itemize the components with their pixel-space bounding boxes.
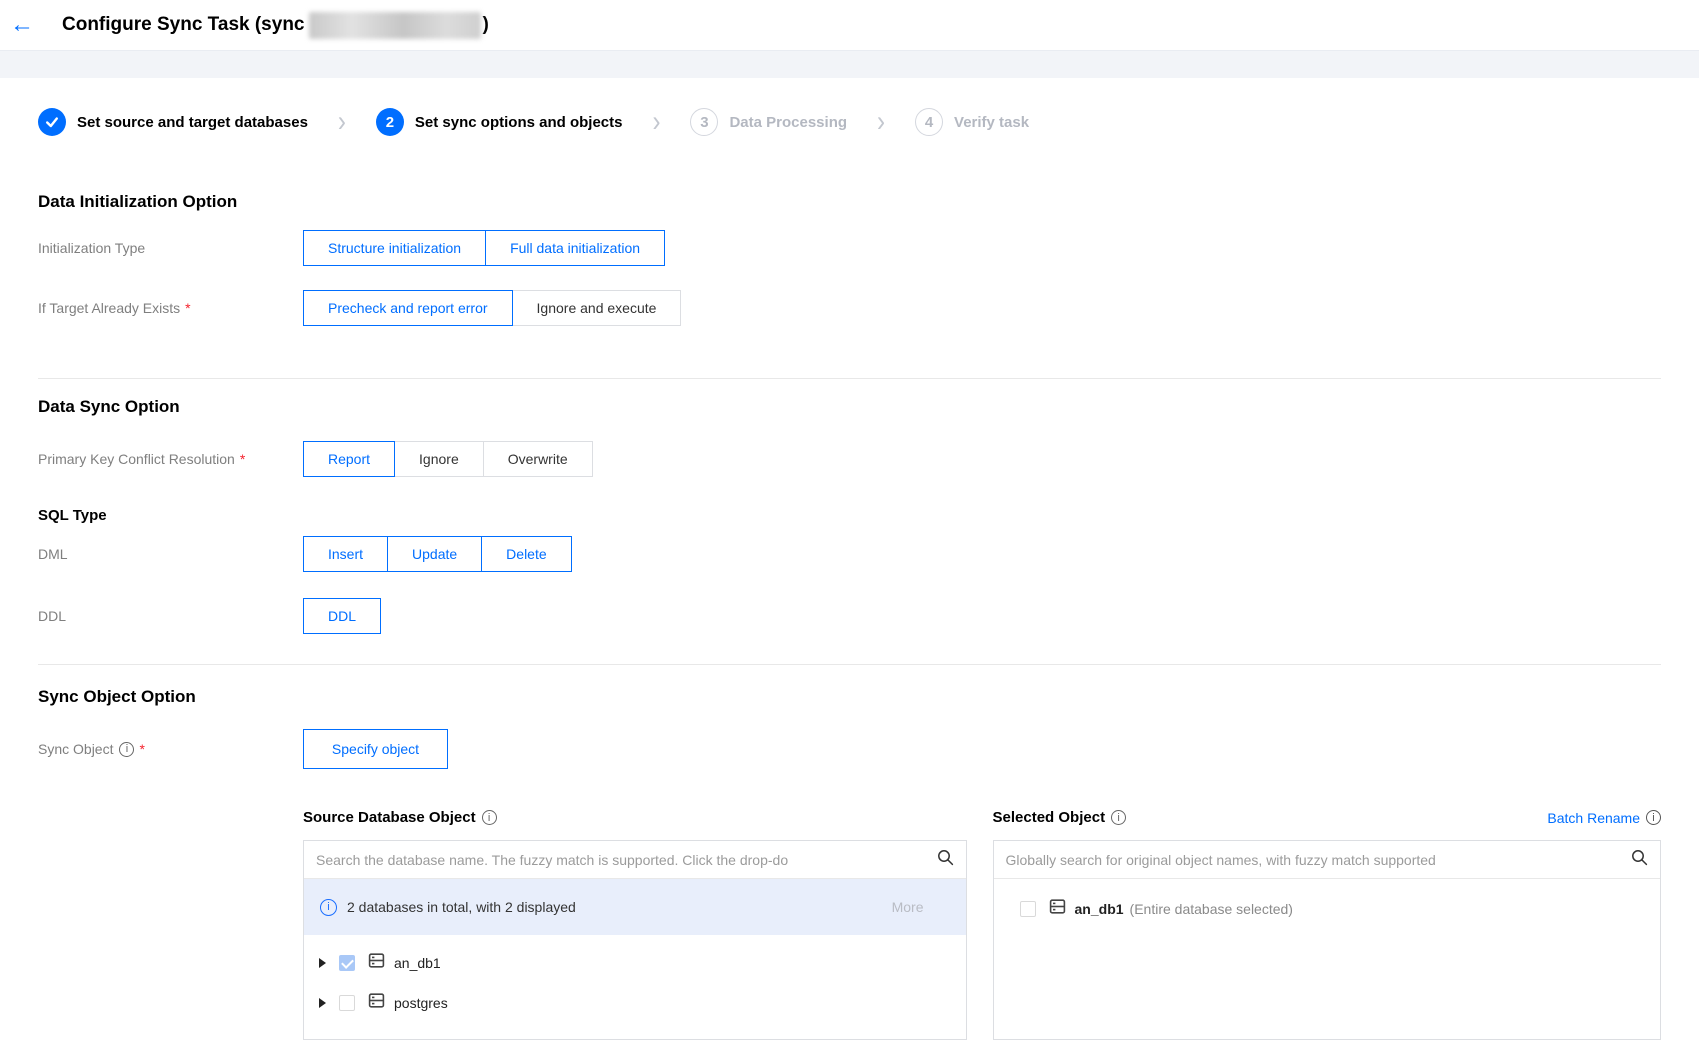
- database-name[interactable]: an_db1: [394, 955, 441, 971]
- page-title-text: Configure Sync Task (sync: [62, 14, 305, 35]
- specify-object-button[interactable]: Specify object: [303, 729, 448, 769]
- search-icon[interactable]: [1631, 849, 1648, 871]
- if-target-exists-label: If Target Already Exists *: [38, 300, 191, 316]
- initialization-type-label: Initialization Type: [38, 240, 146, 256]
- database-icon: [1049, 898, 1066, 920]
- info-icon[interactable]: i: [1111, 810, 1127, 825]
- precheck-report-error-button[interactable]: Precheck and report error: [303, 290, 513, 326]
- tree-row-postgres[interactable]: postgres: [304, 983, 966, 1023]
- full-data-initialization-button[interactable]: Full data initialization: [485, 230, 666, 266]
- section-title-data-initialization: Data Initialization Option: [38, 192, 238, 211]
- an_db1-checkbox[interactable]: [339, 955, 355, 971]
- redacted-task-id: [308, 11, 481, 39]
- step-2-label: Set sync options and objects: [414, 113, 623, 131]
- source-search-row: [304, 841, 966, 879]
- section-divider: [38, 664, 1661, 665]
- header-divider-band: [0, 50, 1699, 78]
- info-icon[interactable]: i: [119, 741, 135, 757]
- pk-conflict-options: Report Ignore Overwrite: [303, 441, 593, 477]
- tree-row-an_db1[interactable]: an_db1: [304, 943, 966, 983]
- selected-row-an_db1[interactable]: an_db1 (Entire database selected): [994, 889, 1660, 929]
- pk-conflict-row: Primary Key Conflict Resolution * Report…: [38, 441, 1661, 477]
- section-divider: [38, 378, 1661, 379]
- selected-an_db1-checkbox[interactable]: [1019, 901, 1036, 917]
- step-1-check-icon: [38, 108, 66, 136]
- ddl-label: DDL: [38, 608, 67, 624]
- source-info-bar: i 2 databases in total, with 2 displayed…: [304, 879, 966, 935]
- database-name[interactable]: postgres: [394, 995, 448, 1011]
- selected-object-panel: an_db1 (Entire database selected): [992, 840, 1661, 1040]
- chevron-right-icon: ›: [652, 104, 661, 139]
- required-asterisk: *: [139, 741, 145, 757]
- source-search-input[interactable]: [316, 851, 929, 868]
- page-title-close-paren: ): [482, 14, 489, 35]
- insert-button[interactable]: Insert: [303, 536, 389, 572]
- step-3-number: 3: [690, 108, 719, 136]
- ignore-and-execute-button[interactable]: Ignore and execute: [511, 290, 682, 326]
- section-title-data-sync: Data Sync Option: [38, 397, 180, 416]
- required-asterisk: *: [185, 300, 191, 316]
- step-4-verify-task: 4 Verify task: [915, 108, 1029, 136]
- database-name[interactable]: an_db1: [1075, 901, 1124, 917]
- selected-search-row: [993, 841, 1660, 879]
- more-link[interactable]: More: [892, 899, 924, 915]
- batch-rename-link[interactable]: Batch Rename i: [1547, 810, 1661, 826]
- info-icon[interactable]: i: [481, 810, 497, 825]
- ddl-row: DDL DDL: [38, 598, 1661, 634]
- step-2-number: 2: [375, 108, 404, 136]
- source-database-tree: an_db1 postgres: [304, 935, 966, 1023]
- object-selection-area: Source Database Object i Selected Object…: [303, 809, 1661, 1040]
- overwrite-button[interactable]: Overwrite: [482, 441, 593, 477]
- wizard-steps: Set source and target databases › 2 Set …: [38, 104, 1661, 140]
- database-icon: [368, 952, 385, 974]
- database-count-text: 2 databases in total, with 2 displayed: [347, 899, 576, 915]
- selected-search-input[interactable]: [1005, 851, 1623, 868]
- search-icon[interactable]: [937, 849, 954, 871]
- delete-button[interactable]: Delete: [481, 536, 572, 572]
- step-2-sync-options: 2 Set sync options and objects: [375, 108, 623, 136]
- dml-label: DML: [38, 546, 68, 562]
- structure-initialization-button[interactable]: Structure initialization: [303, 230, 487, 266]
- info-icon[interactable]: i: [1646, 810, 1661, 825]
- initialization-type-row: Initialization Type Structure initializa…: [38, 230, 1661, 266]
- dml-options: Insert Update Delete: [303, 536, 572, 572]
- step-3-data-processing: 3 Data Processing: [690, 108, 847, 136]
- chevron-right-icon: ›: [877, 104, 886, 139]
- source-panel-title: Source Database Object i: [303, 809, 497, 826]
- step-4-label: Verify task: [954, 113, 1030, 131]
- postgres-checkbox[interactable]: [339, 995, 355, 1011]
- if-target-exists-row: If Target Already Exists * Precheck and …: [38, 290, 1661, 326]
- ddl-options: DDL: [303, 598, 382, 634]
- back-arrow-icon[interactable]: ←: [10, 13, 34, 37]
- database-icon: [368, 992, 385, 1014]
- pk-conflict-label: Primary Key Conflict Resolution *: [38, 451, 246, 467]
- ddl-button[interactable]: DDL: [303, 598, 382, 634]
- selection-note: (Entire database selected): [1129, 901, 1293, 917]
- sync-object-label: Sync Object i *: [38, 741, 145, 757]
- ignore-button[interactable]: Ignore: [394, 441, 484, 477]
- page-title: Configure Sync Task (sync ): [62, 11, 489, 39]
- if-target-exists-options: Precheck and report error Ignore and exe…: [303, 290, 682, 326]
- step-1-label: Set source and target databases: [77, 113, 308, 131]
- selected-object-list: an_db1 (Entire database selected): [994, 879, 1660, 929]
- update-button[interactable]: Update: [387, 536, 483, 572]
- page-header: ← Configure Sync Task (sync ): [0, 0, 1699, 50]
- dml-row: DML Insert Update Delete: [38, 536, 1661, 572]
- sql-type-subtitle: SQL Type: [38, 507, 107, 524]
- step-4-number: 4: [915, 108, 944, 136]
- step-1-set-source-target: Set source and target databases: [38, 108, 308, 136]
- report-button[interactable]: Report: [303, 441, 396, 477]
- required-asterisk: *: [239, 451, 246, 467]
- sync-object-row: Sync Object i * Specify object: [38, 729, 1661, 769]
- chevron-right-icon: ›: [337, 104, 346, 139]
- step-3-label: Data Processing: [729, 113, 848, 131]
- info-icon: i: [320, 898, 337, 916]
- section-title-sync-object: Sync Object Option: [38, 687, 196, 706]
- sync-object-options: Specify object: [303, 729, 448, 769]
- collapsed-triangle-icon[interactable]: [319, 998, 326, 1008]
- selected-panel-title: Selected Object i: [993, 809, 1127, 826]
- initialization-type-options: Structure initialization Full data initi…: [303, 230, 666, 266]
- source-database-object-panel: i 2 databases in total, with 2 displayed…: [303, 840, 967, 1040]
- collapsed-triangle-icon[interactable]: [319, 958, 326, 968]
